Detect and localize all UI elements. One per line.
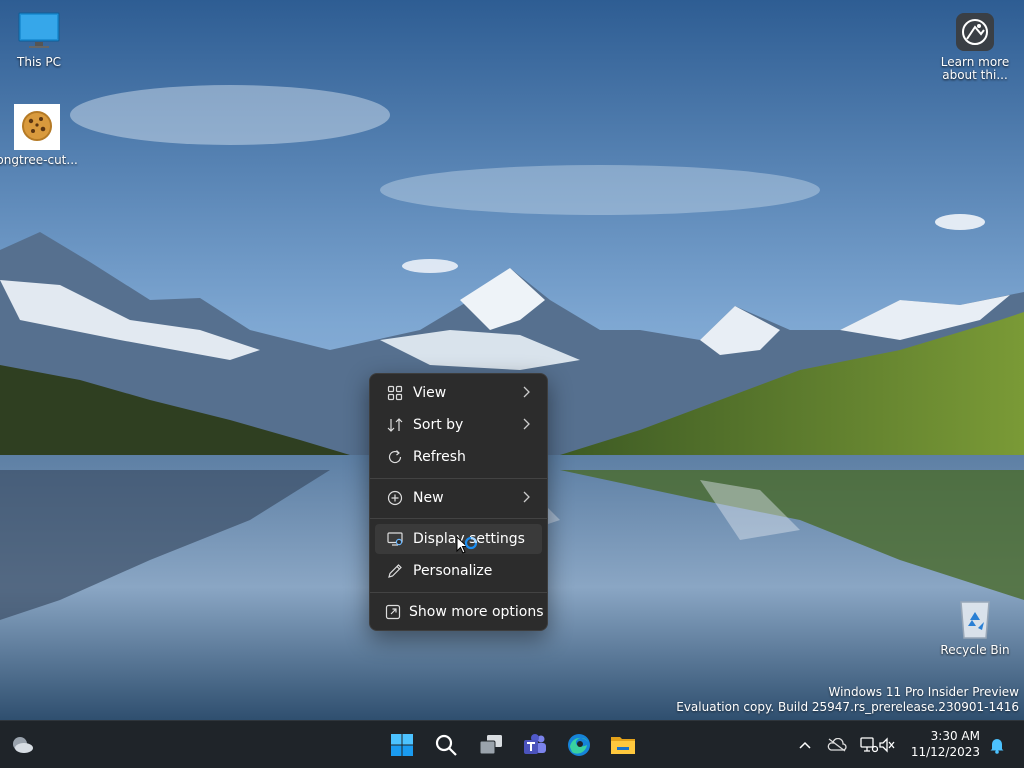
desktop-icon-recycle-bin[interactable]: Recycle Bin <box>933 598 1017 657</box>
desktop-icon-learn-more[interactable]: Learn more about thi... <box>933 12 1017 82</box>
search-icon <box>435 734 457 756</box>
menu-item-label: Personalize <box>413 563 493 579</box>
menu-item-label: Show more options <box>409 604 544 620</box>
teams-button[interactable] <box>519 729 551 761</box>
volume-muted-icon <box>879 737 895 753</box>
menu-item-sort-by[interactable]: Sort by <box>375 410 542 440</box>
desktop-icon-this-pc[interactable]: This PC <box>0 12 81 69</box>
network-icon <box>860 737 878 753</box>
taskbar-clock[interactable]: 3:30 AM 11/12/2023 <box>911 728 980 760</box>
learn-more-icon <box>956 13 994 51</box>
chevron-right-icon <box>523 386 530 398</box>
menu-item-show-more-options[interactable]: Show more options <box>375 597 544 627</box>
menu-item-view[interactable]: View <box>375 378 542 408</box>
display-settings-icon <box>385 529 405 549</box>
start-button[interactable] <box>386 729 418 761</box>
menu-item-personalize[interactable]: Personalize <box>375 556 542 586</box>
desktop-icon-pngtree[interactable]: pngtree-cut... <box>0 104 79 167</box>
task-view-button[interactable] <box>475 729 507 761</box>
desktop-icon-label-line2: about thi... <box>942 69 1008 82</box>
grid-icon <box>385 383 405 403</box>
desktop-icon-label-line1: Learn more <box>940 56 1010 69</box>
menu-item-label: View <box>413 385 447 401</box>
desktop-context-menu: View Sort by Refresh New Display setting… <box>369 373 548 631</box>
menu-separator <box>370 592 547 593</box>
cookie-icon <box>14 104 60 150</box>
clock-time: 3:30 AM <box>930 729 980 743</box>
file-explorer-button[interactable] <box>607 729 639 761</box>
desktop-icon-label: Recycle Bin <box>940 644 1010 657</box>
windows-start-icon <box>391 734 413 756</box>
search-button[interactable] <box>430 729 462 761</box>
widgets-button[interactable] <box>6 729 38 761</box>
notification-bell-icon <box>990 739 1004 754</box>
sort-icon <box>385 415 405 435</box>
menu-separator <box>370 478 547 479</box>
onedrive-icon <box>827 738 847 752</box>
weather-icon <box>13 737 33 753</box>
watermark-build: Evaluation copy. Build 25947.rs_prerelea… <box>676 700 1019 714</box>
clock-date: 11/12/2023 <box>910 745 980 759</box>
file-explorer-icon <box>611 737 635 754</box>
taskbar: 3:30 AM 11/12/2023 <box>0 720 1024 768</box>
watermark-edition: Windows 11 Pro Insider Preview <box>828 685 1019 699</box>
menu-separator <box>370 518 547 519</box>
refresh-icon <box>385 447 405 467</box>
busy-pointer-cursor <box>456 536 478 554</box>
monitor-icon <box>18 12 60 48</box>
chevron-up-icon <box>799 741 811 749</box>
desktop-icon-label: This PC <box>17 56 61 69</box>
plus-circle-icon <box>385 488 405 508</box>
edge-button[interactable] <box>563 729 595 761</box>
menu-item-label: Refresh <box>413 449 466 465</box>
onedrive-button[interactable] <box>822 729 852 761</box>
menu-item-label: Sort by <box>413 417 464 433</box>
task-view-icon <box>479 735 502 755</box>
pen-icon <box>385 561 405 581</box>
notification-center-button[interactable] <box>984 729 1010 761</box>
desktop-icon-label: pngtree-cut... <box>0 154 78 167</box>
menu-item-new[interactable]: New <box>375 483 542 513</box>
menu-item-label: New <box>413 490 444 506</box>
show-hidden-icons-button[interactable] <box>790 729 820 761</box>
chevron-right-icon <box>523 491 530 503</box>
edge-icon <box>568 734 590 756</box>
windows-watermark: Windows 11 Pro Insider Preview Evaluatio… <box>676 685 1019 715</box>
network-volume-button[interactable] <box>856 729 900 761</box>
teams-icon <box>524 734 546 754</box>
expand-icon <box>385 602 401 622</box>
recycle-bin-icon <box>960 601 990 639</box>
chevron-right-icon <box>523 418 530 430</box>
menu-item-refresh[interactable]: Refresh <box>375 442 542 472</box>
